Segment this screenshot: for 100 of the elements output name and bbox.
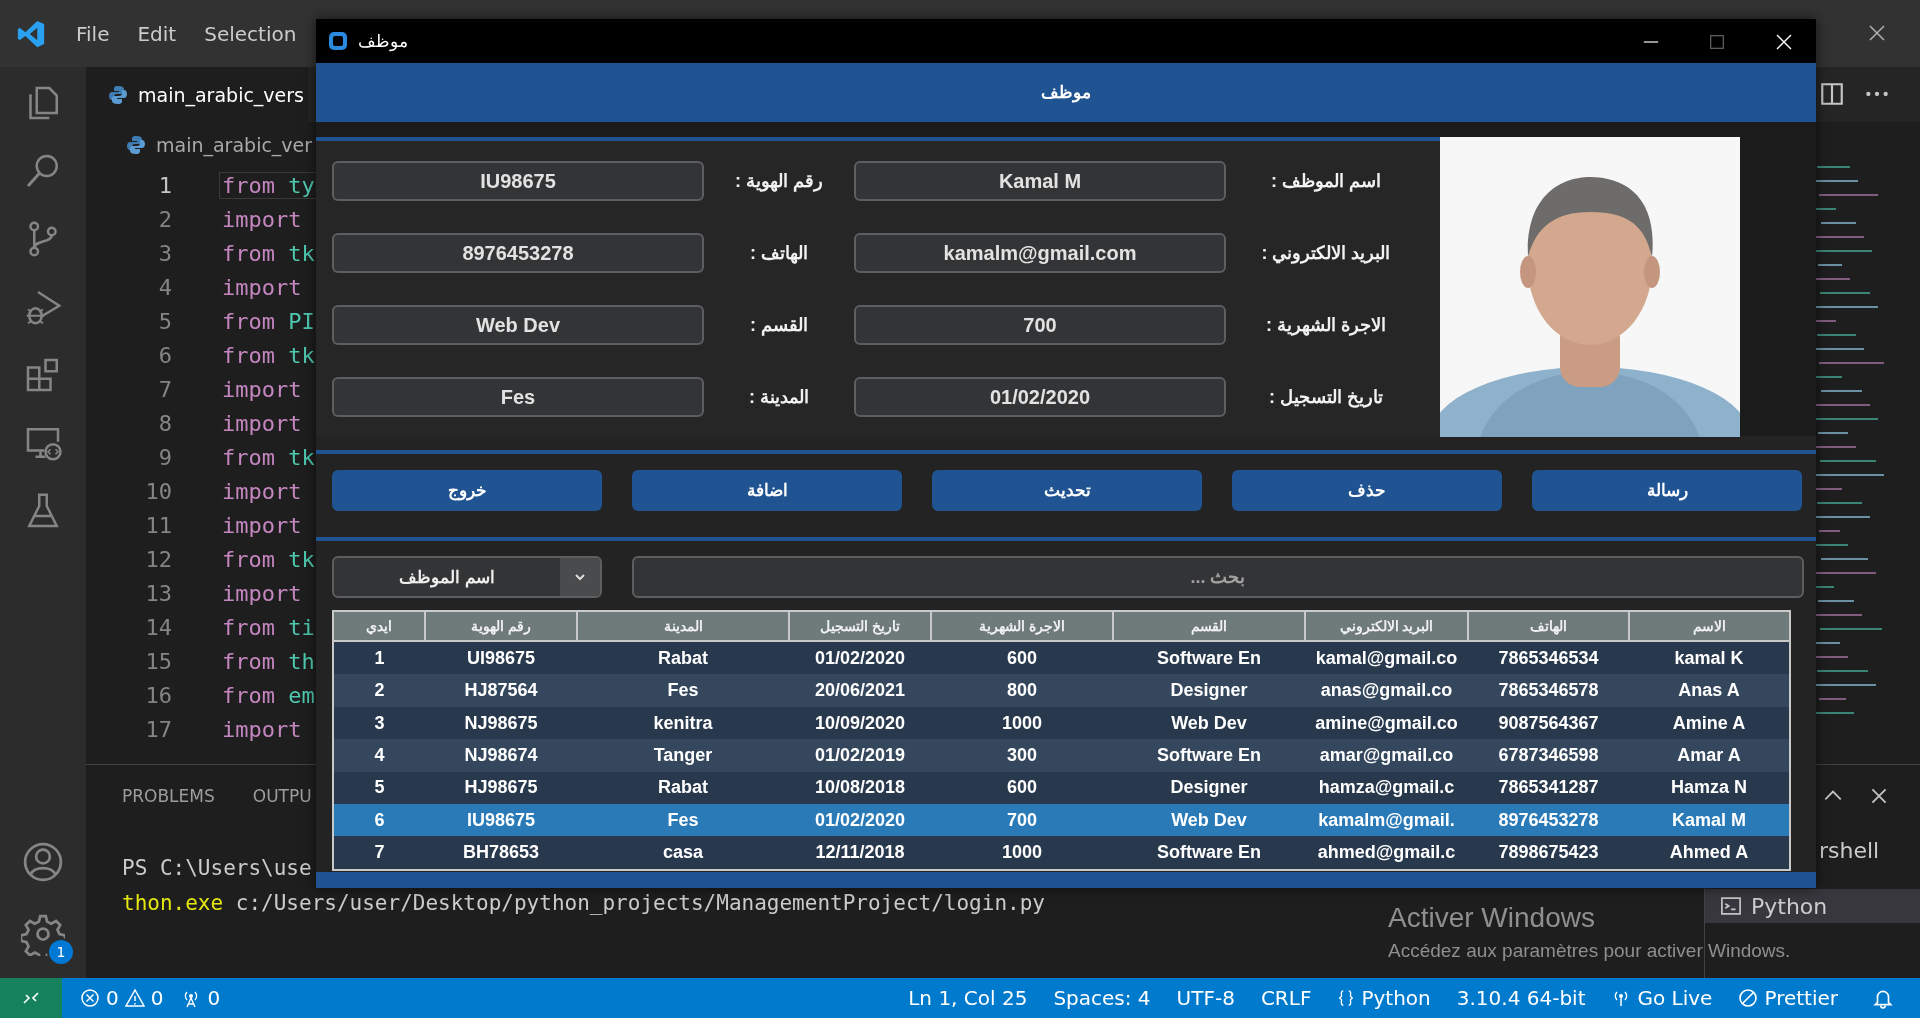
status-item[interactable]: UTF-8 bbox=[1176, 986, 1235, 1010]
chevron-down-icon bbox=[574, 571, 586, 583]
line-number: 16 bbox=[144, 682, 172, 708]
search-field[interactable]: بحث ... bbox=[632, 556, 1804, 598]
line-number: 9 bbox=[157, 444, 172, 470]
table-cell: Ahmed A bbox=[1629, 836, 1790, 870]
code-line: import bbox=[221, 376, 303, 402]
column-header[interactable]: الهاتف bbox=[1468, 611, 1629, 641]
input-field[interactable]: kamalm@gmail.com bbox=[854, 233, 1226, 273]
table-cell: HJ98675 bbox=[425, 771, 577, 805]
line-number: 4 bbox=[157, 274, 172, 300]
input-field[interactable]: Fes bbox=[332, 377, 704, 417]
table-cell: Software En bbox=[1113, 641, 1305, 675]
column-header[interactable]: تاريخ التسجيل bbox=[789, 611, 931, 641]
table-row[interactable]: 6 IU98675 Fes 01/02/2020 700 Web Dev kamalm@gmail. 8976453278 Kamal M bbox=[333, 804, 1790, 837]
editor-tab[interactable]: main_arabic_vers bbox=[86, 67, 308, 122]
input-field[interactable]: Kamal M bbox=[854, 161, 1226, 201]
table-cell: kamalm@gmail. bbox=[1305, 804, 1468, 837]
menu-item[interactable]: Edit bbox=[137, 21, 177, 46]
table-cell: 10/08/2018 bbox=[789, 771, 931, 805]
input-field[interactable]: IU98675 bbox=[332, 161, 704, 201]
line-number: 3 bbox=[157, 240, 172, 266]
warning-icon bbox=[124, 988, 145, 1008]
table-cell: kenitra bbox=[577, 706, 789, 740]
app-icon bbox=[328, 31, 348, 51]
action-button[interactable]: حذف bbox=[1232, 469, 1502, 511]
table-row[interactable]: 7 BH78653 casa 12/11/2018 1000 Software En ahmed@gmail.c 7898675423 Ahmed A bbox=[333, 836, 1790, 870]
table-cell: casa bbox=[577, 836, 789, 870]
table-cell: 600 bbox=[931, 771, 1113, 805]
language-status[interactable]: Python bbox=[1337, 986, 1431, 1010]
menu-item[interactable]: Selection bbox=[204, 21, 297, 46]
table-cell: 12/11/2018 bbox=[789, 836, 931, 870]
input-field[interactable]: Web Dev bbox=[332, 305, 704, 345]
column-header[interactable]: ايدي bbox=[333, 611, 425, 641]
status-item[interactable]: Spaces: 4 bbox=[1053, 986, 1151, 1010]
go-live-button[interactable]: Go Live bbox=[1611, 986, 1713, 1010]
terminal-list-item[interactable]: Python bbox=[1705, 889, 1920, 923]
code-line: import bbox=[221, 410, 303, 436]
table-row[interactable]: 1 UI98675 Rabat 01/02/2020 600 Software En kamal@gmail.co 7865346534 kamal K bbox=[333, 641, 1790, 675]
close-icon[interactable] bbox=[1774, 32, 1794, 52]
panel-tab[interactable]: PROBLEMS bbox=[122, 786, 215, 806]
menu-item[interactable]: File bbox=[76, 21, 110, 46]
column-header[interactable]: البريد الالكتروني bbox=[1305, 611, 1468, 641]
table-cell: amine@gmail.co bbox=[1305, 706, 1468, 740]
table-cell: 5 bbox=[333, 771, 425, 805]
vscode-logo-icon bbox=[16, 18, 46, 49]
code-line: from ti bbox=[221, 614, 316, 640]
table-cell: Rabat bbox=[577, 771, 789, 805]
code-line: import bbox=[221, 478, 303, 504]
code-line: import bbox=[221, 512, 303, 538]
action-button[interactable]: تحديث bbox=[932, 469, 1202, 511]
action-button[interactable]: رسالة bbox=[1532, 469, 1802, 511]
field-label: القسم : bbox=[749, 314, 809, 336]
split-editor-icon[interactable] bbox=[1819, 81, 1845, 107]
search-by-dropdown[interactable]: اسم الموظف bbox=[332, 556, 602, 598]
table-cell: 800 bbox=[931, 674, 1113, 707]
input-field[interactable]: 01/02/2020 bbox=[854, 377, 1226, 417]
column-header[interactable]: القسم bbox=[1113, 611, 1305, 641]
error-icon bbox=[80, 988, 100, 1008]
column-header[interactable]: الاسم bbox=[1629, 611, 1790, 641]
input-field[interactable]: 8976453278 bbox=[332, 233, 704, 273]
action-button[interactable]: اضافة bbox=[632, 469, 902, 511]
table-cell: 300 bbox=[931, 739, 1113, 772]
table-row[interactable]: 2 HJ87564 Fes 20/06/2021 800 Designer anas@gmail.co 7865346578 Anas A bbox=[333, 674, 1790, 707]
table-cell: 1 bbox=[333, 641, 425, 675]
action-button[interactable]: خروج bbox=[332, 469, 602, 511]
line-number: 17 bbox=[144, 716, 172, 742]
maximize-icon[interactable] bbox=[1708, 33, 1726, 51]
status-item[interactable]: CRLF bbox=[1260, 986, 1312, 1010]
table-cell: Hamza N bbox=[1629, 771, 1790, 805]
column-header[interactable]: رقم الهوية bbox=[425, 611, 577, 641]
breadcrumb[interactable]: main_arabic_ver bbox=[126, 122, 313, 168]
table-row[interactable]: 3 NJ98675 kenitra 10/09/2020 1000 Web Dev amine@gmail.co 9087564367 Amine A bbox=[333, 706, 1790, 740]
prettier-status[interactable]: Prettier bbox=[1738, 986, 1838, 1010]
account-icon[interactable] bbox=[21, 840, 65, 884]
table-cell: 9087564367 bbox=[1468, 706, 1629, 740]
field-label: اسم الموظف : bbox=[1270, 170, 1382, 192]
table-cell: ahmed@gmail.c bbox=[1305, 836, 1468, 870]
status-item[interactable]: Ln 1, Col 25 bbox=[908, 986, 1028, 1010]
code-line: from th bbox=[221, 648, 316, 674]
ports-status[interactable]: 0 bbox=[181, 986, 221, 1010]
field-label: الهاتف : bbox=[749, 242, 809, 264]
field-label: البريد الالكتروني : bbox=[1260, 242, 1392, 264]
line-number: 13 bbox=[144, 580, 172, 606]
table-row[interactable]: 4 NJ98674 Tanger 01/02/2019 300 Software En amar@gmail.co 6787346598 Amar A bbox=[333, 739, 1790, 772]
table-cell: 20/06/2021 bbox=[789, 674, 931, 707]
terminal-list-item[interactable]: rshell bbox=[1819, 831, 1880, 869]
table-cell: 6787346598 bbox=[1468, 739, 1629, 772]
table-row[interactable]: 5 HJ98675 Rabat 10/08/2018 600 Designer hamza@gmail.c 7865341287 Hamza N bbox=[333, 771, 1790, 805]
table-cell: hamza@gmail.c bbox=[1305, 771, 1468, 805]
problems-status[interactable]: 0 0 bbox=[80, 986, 164, 1010]
panel-tab[interactable]: OUTPU bbox=[252, 786, 312, 806]
table-cell: Software En bbox=[1113, 836, 1305, 870]
python-icon bbox=[126, 135, 146, 155]
input-field[interactable]: 700 bbox=[854, 305, 1226, 345]
status-item[interactable]: 3.10.4 64-bit bbox=[1456, 986, 1586, 1010]
close-icon[interactable] bbox=[1867, 23, 1887, 43]
notification-badge: 1 bbox=[47, 938, 75, 966]
column-header[interactable]: المدينة bbox=[577, 611, 789, 641]
column-header[interactable]: الاجرة الشهرية bbox=[931, 611, 1113, 641]
